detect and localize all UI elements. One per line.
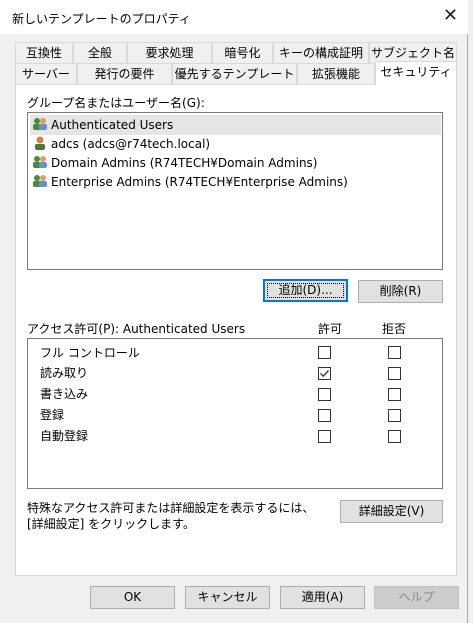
list-item[interactable]: Enterprise Admins (R74TECH¥Enterprise Ad… bbox=[32, 172, 348, 192]
permission-full-control: フル コントロール bbox=[40, 346, 140, 360]
tab-security[interactable]: セキュリティ bbox=[375, 61, 457, 85]
advanced-button[interactable]: 詳細設定(V) bbox=[340, 500, 443, 523]
deny-checkbox-write[interactable] bbox=[388, 388, 401, 401]
list-item[interactable]: adcs (adcs@r74tech.local) bbox=[32, 134, 210, 154]
allow-checkbox-read[interactable] bbox=[318, 367, 331, 380]
principal-name: adcs (adcs@r74tech.local) bbox=[51, 137, 211, 151]
tab-key-attestation[interactable]: キーの構成証明 bbox=[273, 42, 369, 63]
tab-extensions[interactable]: 拡張機能 bbox=[297, 63, 375, 84]
permission-write: 書き込み bbox=[40, 387, 89, 401]
list-item[interactable]: Domain Admins (R74TECH¥Domain Admins) bbox=[32, 153, 317, 173]
help-button[interactable]: ヘルプ bbox=[374, 586, 459, 609]
deny-header: 拒否 bbox=[382, 322, 407, 336]
deny-checkbox-autoenroll[interactable] bbox=[388, 430, 401, 443]
permission-autoenroll: 自動登録 bbox=[40, 429, 89, 443]
allow-checkbox-full-control[interactable] bbox=[318, 346, 331, 359]
deny-checkbox-enroll[interactable] bbox=[388, 409, 401, 422]
cancel-button[interactable]: キャンセル bbox=[185, 586, 270, 609]
tab-compatibility[interactable]: 互換性 bbox=[15, 42, 73, 63]
group-icon bbox=[32, 154, 48, 170]
deny-checkbox-read[interactable] bbox=[388, 367, 401, 380]
list-item[interactable]: Authenticated Users bbox=[30, 115, 441, 135]
deny-checkbox-full-control[interactable] bbox=[388, 346, 401, 359]
apply-button[interactable]: 適用(A) bbox=[280, 586, 365, 609]
permission-list: フル コントロール 読み取り 書き込み 登録 自動登録 bbox=[27, 338, 443, 489]
allow-header: 許可 bbox=[318, 322, 343, 336]
tab-request-handling[interactable]: 要求処理 bbox=[127, 42, 212, 63]
properties-dialog: 新しいテンプレートのプロパティ ✕ 互換性 全般 要求処理 暗号化 キーの構成証… bbox=[0, 0, 468, 623]
allow-checkbox-enroll[interactable] bbox=[318, 409, 331, 422]
advanced-note: 特殊なアクセス許可または詳細設定を表示するには、[詳細設定] をクリックします。 bbox=[27, 501, 315, 531]
allow-checkbox-write[interactable] bbox=[318, 388, 331, 401]
principal-name: Authenticated Users bbox=[51, 118, 174, 132]
principal-list[interactable]: Authenticated Users adcs (adcs@r74tech.l… bbox=[27, 112, 443, 270]
tab-general[interactable]: 全般 bbox=[73, 42, 127, 63]
permission-enroll: 登録 bbox=[40, 408, 65, 422]
tab-cryptography[interactable]: 暗号化 bbox=[212, 42, 273, 63]
ok-button[interactable]: OK bbox=[90, 586, 175, 609]
tab-issuance-requirements[interactable]: 発行の要件 bbox=[77, 63, 172, 84]
principal-name: Domain Admins (R74TECH¥Domain Admins) bbox=[51, 156, 318, 170]
title-bar: 新しいテンプレートのプロパティ ✕ bbox=[0, 0, 468, 34]
user-icon bbox=[32, 135, 48, 151]
checkmark-icon bbox=[320, 370, 329, 378]
close-icon[interactable]: ✕ bbox=[443, 6, 458, 26]
permissions-label: アクセス許可(P): Authenticated Users bbox=[27, 322, 246, 336]
group-icon bbox=[32, 116, 48, 132]
tab-server[interactable]: サーバー bbox=[15, 63, 77, 84]
tab-row-back: 互換性 全般 要求処理 暗号化 キーの構成証明 サブジェクト名 bbox=[15, 42, 457, 63]
remove-button[interactable]: 削除(R) bbox=[358, 280, 443, 303]
group-label: グループ名またはユーザー名(G): bbox=[27, 96, 205, 110]
group-icon bbox=[32, 173, 48, 189]
permission-read: 読み取り bbox=[40, 366, 89, 380]
window-title: 新しいテンプレートのプロパティ bbox=[12, 12, 191, 26]
allow-checkbox-autoenroll[interactable] bbox=[318, 430, 331, 443]
tab-row-front: サーバー 発行の要件 優先するテンプレート 拡張機能 セキュリティ bbox=[15, 61, 457, 85]
tab-superseded-templates[interactable]: 優先するテンプレート bbox=[172, 63, 297, 84]
add-button[interactable]: 追加(D)... bbox=[263, 279, 348, 302]
principal-name: Enterprise Admins (R74TECH¥Enterprise Ad… bbox=[51, 175, 348, 189]
tab-subject-name[interactable]: サブジェクト名 bbox=[369, 42, 457, 63]
